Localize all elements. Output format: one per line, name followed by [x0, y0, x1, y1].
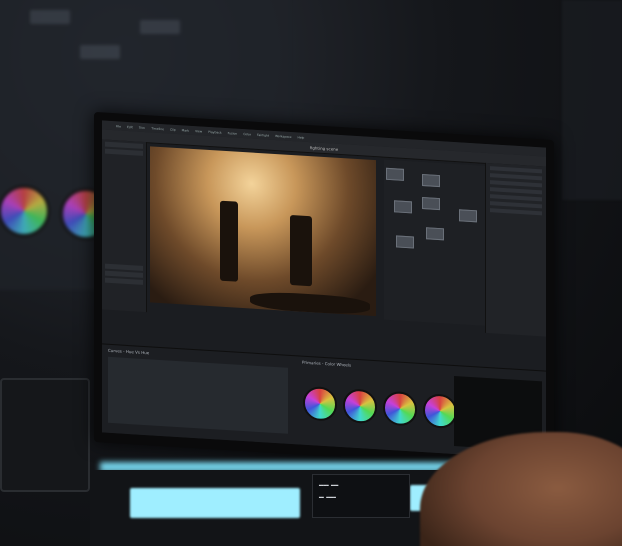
panel-row[interactable] [105, 263, 143, 271]
offset-wheel[interactable] [423, 393, 457, 430]
menu-item[interactable]: Playback [208, 129, 221, 134]
gamma-wheel[interactable] [343, 388, 377, 425]
grading-app-screen: File Edit Trim Timeline Clip Mark View P… [102, 120, 546, 460]
inspector-row[interactable] [490, 173, 542, 181]
inspector-row[interactable] [490, 208, 542, 216]
menu-item[interactable]: Help [297, 135, 304, 139]
fighter-figure [290, 214, 312, 287]
menu-item[interactable]: Fairlight [257, 132, 269, 137]
node[interactable] [459, 209, 477, 223]
project-title: fighting scene [309, 144, 339, 152]
menu-item[interactable]: File [116, 124, 121, 128]
menu-item[interactable]: View [195, 129, 202, 133]
left-device [0, 378, 90, 492]
bg-node [140, 20, 180, 34]
console-display: ▂▂▂▂ ▂▂▂ ▂▂ ▂▂▂▂ [312, 474, 410, 518]
menu-item[interactable]: Trim [139, 125, 145, 129]
inspector-row[interactable] [490, 187, 542, 195]
console-readout: ▂▂ ▂▂▂▂ [319, 493, 336, 498]
console-readout: ▂▂▂▂ ▂▂▂ [319, 481, 339, 486]
node[interactable] [394, 200, 412, 214]
inspector-row[interactable] [490, 194, 542, 202]
foreground-figure [250, 290, 370, 316]
panel-row[interactable] [105, 141, 143, 149]
menu-item[interactable]: Fusion [228, 131, 238, 136]
inspector-panel [485, 162, 546, 337]
node-graph[interactable] [384, 159, 494, 327]
menu-item[interactable]: Edit [127, 124, 133, 128]
node[interactable] [422, 173, 440, 188]
background-monitor-right [562, 0, 622, 200]
color-wheels [300, 367, 460, 449]
gain-wheel[interactable] [383, 390, 417, 427]
video-viewer[interactable] [150, 146, 376, 317]
main-monitor: File Edit Trim Timeline Clip Mark View P… [94, 111, 554, 471]
menu-item[interactable]: Mark [182, 128, 189, 132]
inspector-row[interactable] [490, 201, 542, 209]
curves-graph[interactable] [108, 356, 288, 434]
color-panel: Curves - Hue Vs Hue Primaries - Color Wh… [102, 343, 546, 460]
lift-wheel[interactable] [303, 385, 337, 422]
curves-label: Curves - Hue Vs Hue [108, 347, 150, 356]
menu-item[interactable]: Clip [170, 127, 176, 131]
panel-row[interactable] [105, 148, 143, 156]
menu-item[interactable]: Color [243, 132, 251, 136]
bg-node [80, 45, 120, 59]
fighter-figure [220, 200, 238, 282]
node[interactable] [396, 235, 414, 249]
panel-row[interactable] [105, 277, 143, 285]
menu-item[interactable]: Workspace [275, 134, 291, 139]
inspector-row[interactable] [490, 166, 542, 174]
panel-row[interactable] [105, 270, 143, 278]
bg-color-wheel [0, 185, 50, 237]
console-light [130, 488, 300, 518]
menu-item[interactable]: Timeline [151, 126, 164, 131]
photo-scene: File Edit Trim Timeline Clip Mark View P… [0, 0, 622, 546]
bg-node [30, 10, 70, 24]
inspector-row[interactable] [490, 180, 542, 188]
gallery-panel [102, 139, 147, 313]
node[interactable] [426, 227, 444, 241]
node[interactable] [386, 167, 404, 181]
node[interactable] [422, 196, 440, 211]
